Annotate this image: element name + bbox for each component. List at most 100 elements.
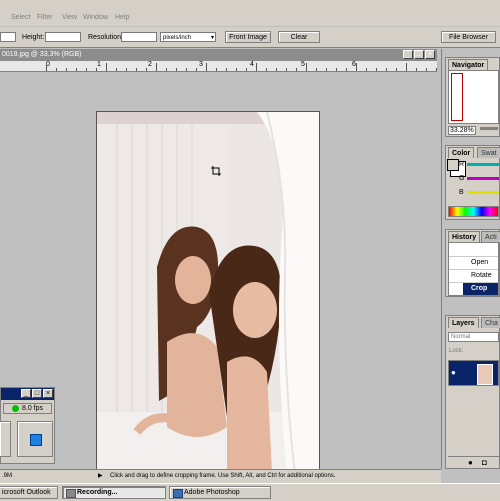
taskbar: icrosoft Outlook Recording... Adobe Phot… [0,483,500,501]
ruler-tick [66,68,67,71]
color-palette: Color Swat R G B [445,145,500,220]
maximize-button[interactable]: □ [32,389,42,398]
clear-button[interactable]: Clear [278,31,320,43]
ruler-tick [216,68,217,71]
blend-mode-select[interactable]: Normal [448,332,499,342]
document-window: 0019.jpg @ 33.3% (RGB) _ □ × 0 1 2 3 4 5… [0,49,442,475]
layer-style-icon[interactable]: ● [468,458,473,467]
ruler-tick [426,68,427,71]
menu-select[interactable]: Select [11,14,30,21]
history-item[interactable]: Open [449,257,498,270]
ruler-tick [386,68,387,71]
ruler-tick [416,68,417,71]
ruler-tick [286,68,287,71]
ruler-tick [346,68,347,71]
front-image-button[interactable]: Front Image [225,31,271,43]
recorder-left-button[interactable] [0,421,11,457]
crop-cursor-icon [211,166,221,176]
channel-b-slider[interactable] [467,191,499,194]
menu-bar: Select Filter View Window Help [0,0,500,26]
ruler-tick [376,68,377,71]
ruler-tick [206,63,207,71]
photoshop-app-icon [173,489,183,498]
ruler-tick [156,63,157,71]
history-snapshot[interactable] [449,243,498,257]
navigator-zoom-field[interactable]: 33.28% [448,126,476,135]
close-button[interactable]: × [425,50,435,59]
ruler-number: 3 [199,61,203,68]
ruler-tick [46,63,47,71]
ruler-tick [226,68,227,71]
close-button[interactable]: × [43,389,53,398]
tab-color[interactable]: Color [448,147,475,158]
history-item[interactable]: Rotate [449,270,498,283]
history-list: Open Rotate Crop [448,242,499,296]
taskbar-item-recording[interactable]: Recording... [62,486,166,499]
navigator-palette: Navigator 33.28% [445,57,500,137]
menu-help[interactable]: Help [115,14,129,21]
zoom-slider[interactable] [480,127,498,130]
tab-layers[interactable]: Layers [448,317,479,328]
taskbar-item-outlook[interactable]: icrosoft Outlook [0,486,58,499]
ruler-tick [116,68,117,71]
resolution-field[interactable] [121,32,157,42]
tab-actions[interactable]: Acti [481,231,500,242]
minimize-button[interactable]: _ [21,389,31,398]
file-browser-tab[interactable]: File Browser [441,31,496,43]
tab-channels[interactable]: Cha [481,317,500,328]
foreground-color-swatch[interactable] [447,159,459,171]
document-title: 0019.jpg @ 33.3% (RGB) [2,51,82,58]
navigator-preview[interactable] [448,70,499,124]
color-ramp[interactable] [448,206,499,217]
ruler-tick [246,68,247,71]
crop-options-bar: Height: Resolution: pixels/inch ▾ Front … [0,27,500,48]
mask-icon[interactable]: ◘ [482,458,487,467]
resolution-unit-select[interactable]: pixels/inch ▾ [160,32,216,42]
tab-history[interactable]: History [448,231,481,242]
resolution-label: Resolution: [88,34,124,41]
play-arrow-icon: ▶ [98,473,103,479]
maximize-button[interactable]: □ [414,50,424,59]
layers-button-bar: ● ◘ [448,456,499,468]
ruler-tick [356,63,357,71]
document-canvas[interactable] [0,72,437,475]
menu-window[interactable]: Window [83,14,108,21]
navigator-view-box[interactable] [451,73,463,121]
eye-icon[interactable]: ● [451,368,456,377]
channel-r-slider[interactable] [467,163,499,166]
layer-thumbnail [477,364,493,385]
ruler-tick [266,68,267,71]
ruler-tick [136,68,137,71]
ruler-number: 4 [250,61,254,68]
lock-label: Lock: [449,348,464,354]
recorder-title-bar[interactable]: _ □ × [1,388,54,400]
stop-button[interactable] [17,421,53,457]
ruler-tick [96,68,97,71]
stop-icon [30,434,42,446]
height-field[interactable] [45,32,81,42]
menu-filter[interactable]: Filter [37,14,53,21]
ruler-tick [396,68,397,71]
ruler-tick [176,68,177,71]
channel-b-label: B [459,189,464,196]
ruler-tick [186,68,187,71]
history-item-selected[interactable]: Crop [463,283,498,295]
recorder-window: _ □ × 8.0 fps [0,387,55,464]
taskbar-item-photoshop[interactable]: Adobe Photoshop [169,486,271,499]
tab-navigator[interactable]: Navigator [448,59,489,70]
ruler-number: 2 [148,61,152,68]
layer-row-background[interactable]: ● [448,360,499,386]
ruler-tick [326,68,327,71]
width-field[interactable] [0,32,16,42]
fps-value: 8.0 fps [22,405,44,412]
channel-g-slider[interactable] [467,177,499,180]
tab-swatches[interactable]: Swat [477,147,500,158]
channel-r-label: R [459,161,465,168]
ruler-tick [366,68,367,71]
document-title-bar[interactable]: 0019.jpg @ 33.3% (RGB) _ □ × [0,49,437,61]
resolution-unit-value: pixels/inch [163,35,192,41]
photo-image[interactable] [96,111,320,475]
status-bar: .9M ▶ Click and drag to define cropping … [0,469,441,483]
minimize-button[interactable]: _ [403,50,413,59]
menu-view[interactable]: View [62,14,77,21]
